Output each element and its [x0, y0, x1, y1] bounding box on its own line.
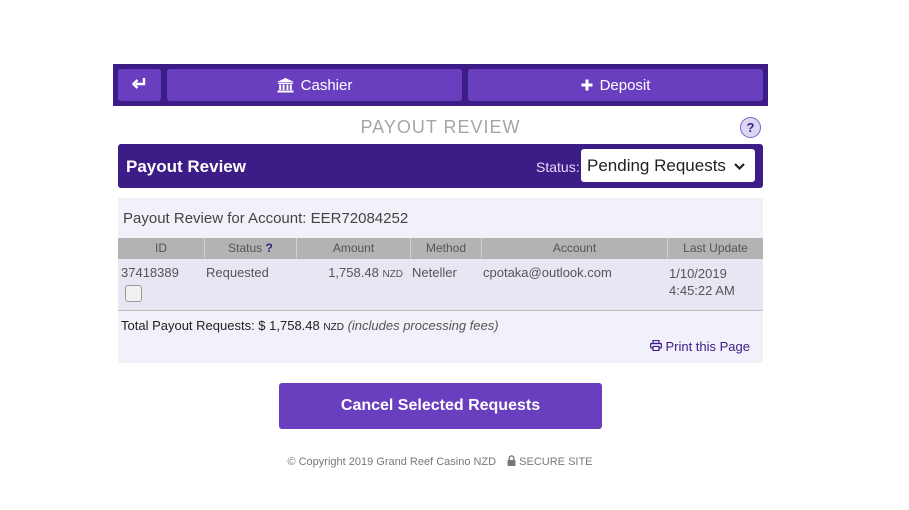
copyright-text: © Copyright 2019 Grand Reef Casino NZD [287, 456, 497, 468]
col-account: Account [481, 238, 667, 259]
account-line: Payout Review for Account: EER72084252 [123, 210, 409, 227]
deposit-button[interactable]: Deposit [468, 69, 763, 101]
plus-icon [581, 79, 593, 91]
table-row: 37418389 Requested 1,758.48 NZD Neteller… [118, 259, 763, 311]
chevron-down-icon [733, 158, 746, 178]
footer: © Copyright 2019 Grand Reef Casino NZD S… [0, 455, 880, 469]
status-help-icon[interactable]: ? [266, 241, 273, 255]
update-date: 1/10/2019 [669, 266, 727, 281]
status-select[interactable]: Pending Requests [581, 149, 755, 182]
help-button[interactable]: ? [740, 117, 761, 138]
cell-status: Requested [206, 265, 269, 280]
panel-body: Payout Review for Account: EER72084252 I… [118, 198, 763, 363]
cell-id: 37418389 [121, 265, 179, 280]
cell-account: cpotaka@outlook.com [483, 265, 612, 280]
total-line: Total Payout Requests: $ 1,758.48 NZD (i… [121, 318, 499, 333]
page-title: PAYOUT REVIEW [360, 117, 521, 137]
col-amount: Amount [296, 238, 410, 259]
top-nav-bar: Cashier Deposit [113, 64, 768, 106]
total-note: (includes processing fees) [347, 318, 499, 333]
select-checkbox[interactable] [125, 285, 142, 302]
panel-title: Payout Review [126, 157, 246, 176]
total-currency: NZD [323, 322, 344, 333]
cell-last-update: 1/10/2019 4:45:22 AM [669, 265, 735, 299]
print-label: Print this Page [665, 339, 750, 354]
printer-icon [650, 339, 665, 354]
back-button[interactable] [118, 69, 161, 101]
lock-icon [507, 455, 516, 469]
panel-header: Payout Review Status: Pending Requests [118, 144, 763, 188]
table-header: ID Status ? Amount Method Account Last U… [118, 238, 763, 259]
cell-amount: 1,758.48 NZD [296, 265, 403, 280]
return-arrow-icon [131, 77, 147, 94]
col-id: ID [155, 241, 167, 255]
cell-method: Neteller [412, 265, 457, 280]
col-status-label: Status [228, 241, 263, 255]
cashier-button[interactable]: Cashier [167, 69, 462, 101]
bank-icon [276, 77, 294, 93]
cashier-label: Cashier [300, 76, 353, 94]
col-status: Status ? [204, 238, 296, 259]
print-page-link[interactable]: Print this Page [650, 339, 750, 354]
amount-value: 1,758.48 [328, 265, 379, 280]
status-label: Status: [536, 159, 580, 175]
amount-currency: NZD [382, 269, 403, 280]
update-time: 4:45:22 AM [669, 283, 735, 298]
col-last-update: Last Update [667, 238, 763, 259]
deposit-label: Deposit [599, 76, 651, 94]
cancel-selected-requests-button[interactable]: Cancel Selected Requests [279, 383, 602, 429]
secure-site-text: SECURE SITE [519, 456, 593, 468]
status-selected-value: Pending Requests [587, 155, 726, 175]
total-label: Total Payout Requests: $ 1,758.48 [121, 318, 320, 333]
col-method: Method [410, 238, 481, 259]
